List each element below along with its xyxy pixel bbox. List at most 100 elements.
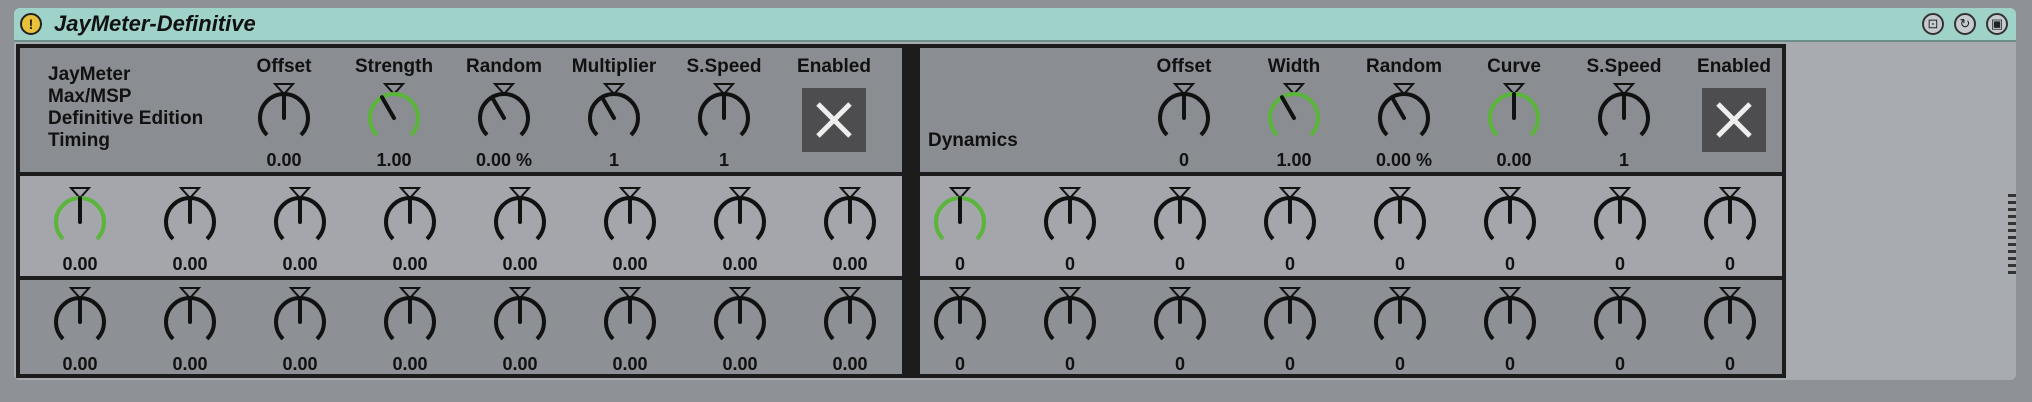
timing-header-sspeed: S.Speed <box>686 56 762 77</box>
timing-row2-knob[interactable]: 0.00 <box>805 282 895 378</box>
timing-enabled-button[interactable] <box>802 88 866 152</box>
dynamics-knob-random-value: 0.00 % <box>1375 150 1433 170</box>
timing-row2-knob[interactable]: 0.00 <box>695 282 785 378</box>
dynamics-row1-knob[interactable]: 0 <box>1245 182 1335 278</box>
timing-header-strength: Strength <box>354 56 434 77</box>
timing-row2-knob[interactable]: 0.00 <box>475 282 565 378</box>
timing-row2-knob-value: 0.00 <box>62 354 98 374</box>
timing-row2-knob-value: 0.00 <box>282 354 318 374</box>
info-line-2: Max/MSP <box>48 86 132 107</box>
dynamics-row1-knob[interactable]: 0 <box>1355 182 1445 278</box>
dynamics-knob-width-value: 1.00 <box>1276 150 1312 170</box>
header-row: JayMeter Max/MSP Definitive Edition Timi… <box>20 48 1782 172</box>
dynamics-header-sspeed: S.Speed <box>1586 56 1662 77</box>
right-panel <box>1788 44 2016 378</box>
timing-row1-knob[interactable]: 0.00 <box>695 182 785 278</box>
dynamics-row2-knob[interactable]: 0 <box>1245 282 1335 378</box>
dynamics-row1-knob-value: 0 <box>1394 254 1405 274</box>
dynamics-row1-knob-value: 0 <box>1064 254 1075 274</box>
timing-header-offset: Offset <box>256 56 312 77</box>
resize-grip[interactable] <box>2008 194 2016 274</box>
dynamics-enabled-button[interactable] <box>1702 88 1766 152</box>
dynamics-row1-knob-value: 0 <box>1724 254 1735 274</box>
dynamics-row1-knob[interactable]: 0 <box>1685 182 1775 278</box>
dynamics-knob-width[interactable]: 1.00 <box>1249 78 1339 174</box>
dynamics-row2-knob-value: 0 <box>1614 354 1625 374</box>
dynamics-row2-knob-value: 0 <box>1284 354 1295 374</box>
dynamics-row2-knob[interactable]: 0 <box>1575 282 1665 378</box>
timing-row1-knob-value: 0.00 <box>722 254 758 274</box>
dynamics-row1-knob[interactable]: 0 <box>1025 182 1115 278</box>
dynamics-row2-knob-value: 0 <box>954 354 965 374</box>
timing-row2-knob[interactable]: 0.00 <box>585 282 675 378</box>
timing-header-multiplier: Multiplier <box>571 56 657 77</box>
dynamics-knob-random[interactable]: 0.00 % <box>1359 78 1449 174</box>
info-line-1: JayMeter <box>48 64 131 85</box>
dynamics-knob-curve[interactable]: 0.00 <box>1469 78 1559 174</box>
timing-knob-offset[interactable]: 0.00 <box>239 78 329 174</box>
main-panel: JayMeter Max/MSP Definitive Edition Timi… <box>16 44 1786 378</box>
timing-row1-knob[interactable]: 0.00 <box>805 182 895 278</box>
timing-row2-knob-value: 0.00 <box>722 354 758 374</box>
knob-row-1: 0.00 0.00 0.00 0.00 0.00 0.00 0.00 0.00 … <box>20 176 1782 276</box>
close-icon <box>816 102 852 138</box>
dynamics-row2-knob-value: 0 <box>1064 354 1075 374</box>
timing-row2-knob[interactable]: 0.00 <box>365 282 455 378</box>
timing-row1-knob[interactable]: 0.00 <box>255 182 345 278</box>
dynamics-row2-knob[interactable]: 0 <box>1135 282 1225 378</box>
timing-knob-multiplier-value: 1 <box>608 150 619 170</box>
dynamics-row2-knob-value: 0 <box>1394 354 1405 374</box>
dynamics-header-curve: Curve <box>1487 56 1541 77</box>
dynamics-row1-knob-value: 0 <box>1284 254 1295 274</box>
dynamics-knob-offset[interactable]: 0 <box>1139 78 1229 174</box>
info-line-3: Definitive Edition <box>48 108 204 129</box>
device-title: JayMeter-Definitive <box>54 11 256 36</box>
dynamics-header-width: Width <box>1267 56 1321 77</box>
dynamics-row1-knob[interactable]: 0 <box>915 182 1005 278</box>
dynamics-knob-sspeed[interactable]: 1 <box>1579 78 1669 174</box>
close-icon <box>1716 102 1752 138</box>
timing-row2-knob-value: 0.00 <box>502 354 538 374</box>
dynamics-row2-knob-value: 0 <box>1504 354 1515 374</box>
timing-row2-knob[interactable]: 0.00 <box>255 282 345 378</box>
timing-header-random: Random <box>466 56 542 77</box>
timing-knob-sspeed[interactable]: 1 <box>679 78 769 174</box>
dynamics-row2-knob[interactable]: 0 <box>1355 282 1445 378</box>
timing-knob-multiplier[interactable]: 1 <box>569 78 659 174</box>
timing-row2-knob[interactable]: 0.00 <box>145 282 235 378</box>
dynamics-row2-knob[interactable]: 0 <box>1465 282 1555 378</box>
hot-swap-icon[interactable]: ↻ <box>1954 13 1976 35</box>
lock-icon[interactable]: ⊡ <box>1922 13 1944 35</box>
knob-row-2: 0.00 0.00 0.00 0.00 0.00 0.00 0.00 0.00 … <box>20 280 1782 374</box>
device-frame: ! JayMeter-Definitive ⊡ ↻ ▣ JayMeter Max… <box>14 8 2016 380</box>
timing-knob-random[interactable]: 0.00 % <box>459 78 549 174</box>
dynamics-row1-knob-value: 0 <box>1504 254 1515 274</box>
dynamics-row1-knob-value: 0 <box>954 254 965 274</box>
save-icon[interactable]: ▣ <box>1986 13 2008 35</box>
timing-row1-knob[interactable]: 0.00 <box>475 182 565 278</box>
timing-row1-knob-value: 0.00 <box>832 254 868 274</box>
dynamics-row2-knob[interactable]: 0 <box>1025 282 1115 378</box>
dynamics-row1-knob[interactable]: 0 <box>1135 182 1225 278</box>
dynamics-header-offset: Offset <box>1156 56 1212 77</box>
dynamics-row2-knob-value: 0 <box>1724 354 1735 374</box>
timing-row1-knob[interactable]: 0.00 <box>365 182 455 278</box>
dynamics-row2-knob[interactable]: 0 <box>915 282 1005 378</box>
timing-row1-knob[interactable]: 0.00 <box>145 182 235 278</box>
timing-knob-offset-value: 0.00 <box>266 150 302 170</box>
timing-row1-knob-value: 0.00 <box>282 254 318 274</box>
timing-row1-knob-value: 0.00 <box>62 254 98 274</box>
timing-row1-knob[interactable]: 0.00 <box>585 182 675 278</box>
dynamics-knob-curve-value: 0.00 <box>1496 150 1532 170</box>
dynamics-row1-knob-value: 0 <box>1614 254 1625 274</box>
timing-knob-strength[interactable]: 1.00 <box>349 78 439 174</box>
timing-row2-knob[interactable]: 0.00 <box>35 282 125 378</box>
dynamics-row1-knob[interactable]: 0 <box>1575 182 1665 278</box>
section-divider <box>902 48 920 374</box>
dynamics-header-random: Random <box>1366 56 1442 77</box>
device-power-button[interactable]: ! <box>20 13 42 35</box>
dynamics-row1-knob[interactable]: 0 <box>1465 182 1555 278</box>
timing-row2-knob-value: 0.00 <box>612 354 648 374</box>
dynamics-row2-knob[interactable]: 0 <box>1685 282 1775 378</box>
timing-row1-knob[interactable]: 0.00 <box>35 182 125 278</box>
